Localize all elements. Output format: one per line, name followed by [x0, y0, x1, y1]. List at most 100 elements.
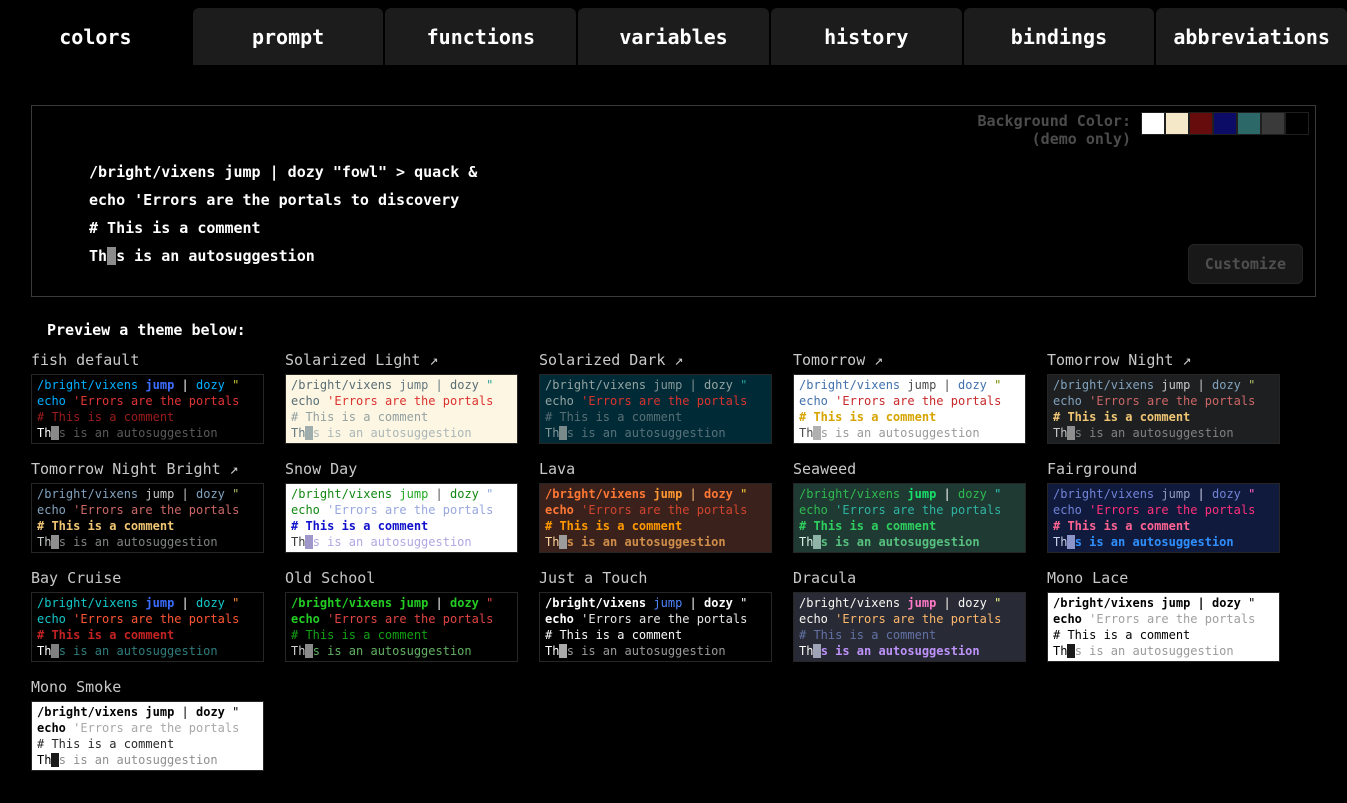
theme-title-fairground[interactable]: Fairground: [1047, 460, 1280, 478]
token-pipe: |: [182, 596, 189, 610]
token-comment: # This is a comment: [799, 519, 936, 533]
terminal-line: echo 'Errors are the portals: [37, 502, 258, 518]
token-comment: # This is a comment: [545, 628, 682, 642]
terminal-line: # This is a comment: [1053, 518, 1274, 534]
theme-preview-mono-lace[interactable]: /bright/vixens jump | dozy "echo 'Errors…: [1047, 592, 1280, 662]
theme-title-link-solarized-dark[interactable]: Solarized Dark ↗: [539, 351, 772, 369]
theme-preview-just-a-touch[interactable]: /bright/vixens jump | dozy "echo 'Errors…: [539, 592, 772, 662]
theme-preview-old-school[interactable]: /bright/vixens jump | dozy "echo 'Errors…: [285, 592, 518, 662]
token-command: dozy: [196, 596, 225, 610]
terminal-line: /bright/vixens jump | dozy "fowl" > quac…: [89, 158, 477, 186]
theme-title-mono-smoke[interactable]: Mono Smoke: [31, 678, 264, 696]
theme-card-seaweed: Seaweed/bright/vixens jump | dozy "echo …: [793, 460, 1026, 553]
theme-title-snow-day[interactable]: Snow Day: [285, 460, 518, 478]
terminal-line: This is an autosuggestion: [37, 752, 258, 768]
token-param: jump: [653, 596, 682, 610]
token-quote: ": [232, 596, 239, 610]
background-swatch-4[interactable]: [1237, 112, 1261, 135]
token-param: jump: [1161, 596, 1190, 610]
theme-title-lava[interactable]: Lava: [539, 460, 772, 478]
token-plain: [951, 596, 958, 610]
customize-button[interactable]: Customize: [1188, 244, 1303, 284]
token-command: dozy: [450, 596, 479, 610]
token-quote: ": [994, 378, 1001, 392]
theme-preview-mono-smoke[interactable]: /bright/vixens jump | dozy "echo 'Errors…: [31, 701, 264, 771]
background-swatch-5[interactable]: [1261, 112, 1285, 135]
token-pipe: |: [1198, 487, 1205, 501]
token-command: echo: [37, 394, 66, 408]
theme-preview-lava[interactable]: /bright/vixens jump | dozy "echo 'Errors…: [539, 483, 772, 553]
token-error: 'Errors are the portals: [1089, 612, 1255, 626]
theme-grid: fish default/bright/vixens jump | dozy "…: [31, 351, 1316, 771]
token-normal: Th: [291, 644, 305, 658]
token-command: /bright/vixens: [545, 487, 646, 501]
theme-title-fish-default[interactable]: fish default: [31, 351, 264, 369]
tab-abbreviations[interactable]: abbreviations: [1156, 8, 1347, 65]
theme-preview-tomorrow-night-bright[interactable]: /bright/vixens jump | dozy "echo 'Errors…: [31, 483, 264, 553]
tab-prompt[interactable]: prompt: [193, 8, 384, 65]
terminal-line: /bright/vixens jump | dozy ": [37, 595, 258, 611]
token-comment: # This is a comment: [291, 410, 428, 424]
background-swatch-2[interactable]: [1189, 112, 1213, 135]
theme-preview-tomorrow-night[interactable]: /bright/vixens jump | dozy "echo 'Errors…: [1047, 374, 1280, 444]
token-error: 'Errors are the portals: [327, 612, 493, 626]
token-normal: /bright/vixens jump | dozy "fowl" > quac…: [89, 163, 477, 181]
theme-preview-tomorrow[interactable]: /bright/vixens jump | dozy "echo 'Errors…: [793, 374, 1026, 444]
cursor-block: i: [107, 247, 116, 265]
theme-preview-bay-cruise[interactable]: /bright/vixens jump | dozy "echo 'Errors…: [31, 592, 264, 662]
theme-preview-seaweed[interactable]: /bright/vixens jump | dozy "echo 'Errors…: [793, 483, 1026, 553]
theme-title-bay-cruise[interactable]: Bay Cruise: [31, 569, 264, 587]
background-swatch-1[interactable]: [1165, 112, 1189, 135]
token-param: jump: [1161, 378, 1190, 392]
cursor-block: i: [305, 644, 312, 658]
background-color-labels: Background Color: (demo only): [977, 112, 1131, 148]
token-command: echo: [545, 394, 574, 408]
tab-variables[interactable]: variables: [578, 8, 769, 65]
tab-colors[interactable]: colors: [0, 8, 191, 65]
terminal-line: This is an autosuggestion: [545, 643, 766, 659]
token-pipe: |: [944, 596, 951, 610]
terminal-line: # This is a comment: [799, 518, 1020, 534]
theme-preview-fairground[interactable]: /bright/vixens jump | dozy "echo 'Errors…: [1047, 483, 1280, 553]
theme-preview-solarized-light[interactable]: /bright/vixens jump | dozy "echo 'Errors…: [285, 374, 518, 444]
theme-title-link-tomorrow-night[interactable]: Tomorrow Night ↗: [1047, 351, 1280, 369]
token-plain: [189, 705, 196, 719]
token-normal: s is an autosuggestion: [116, 247, 315, 265]
token-error: 'Errors are the portals: [1089, 503, 1255, 517]
token-plain: [443, 487, 450, 501]
theme-title-old-school[interactable]: Old School: [285, 569, 518, 587]
theme-title-link-solarized-light[interactable]: Solarized Light ↗: [285, 351, 518, 369]
theme-preview-fish-default[interactable]: /bright/vixens jump | dozy "echo 'Errors…: [31, 374, 264, 444]
theme-title-dracula[interactable]: Dracula: [793, 569, 1026, 587]
background-swatch-0[interactable]: [1141, 112, 1165, 135]
token-command: /bright/vixens: [545, 378, 646, 392]
terminal-line: echo 'Errors are the portals: [291, 502, 512, 518]
terminal-line: # This is a comment: [545, 518, 766, 534]
theme-card-fish-default: fish default/bright/vixens jump | dozy "…: [31, 351, 264, 444]
terminal-line: /bright/vixens jump | dozy ": [291, 595, 512, 611]
token-pipe: |: [182, 487, 189, 501]
theme-title-just-a-touch[interactable]: Just a Touch: [539, 569, 772, 587]
theme-title-link-tomorrow-night-bright[interactable]: Tomorrow Night Bright ↗: [31, 460, 264, 478]
token-quote: ": [486, 487, 493, 501]
token-error: 'Errors are the portals: [73, 394, 239, 408]
token-plain: [951, 378, 958, 392]
token-command: echo: [37, 612, 66, 626]
background-swatch-3[interactable]: [1213, 112, 1237, 135]
tab-history[interactable]: history: [771, 8, 962, 65]
terminal-line: This is an autosuggestion: [37, 534, 258, 550]
token-pipe: |: [690, 378, 697, 392]
tab-functions[interactable]: functions: [385, 8, 576, 65]
terminal-line: /bright/vixens jump | dozy ": [1053, 486, 1274, 502]
token-autosuggestion: s is an autosuggestion: [821, 644, 980, 658]
tab-bindings[interactable]: bindings: [964, 8, 1155, 65]
theme-preview-dracula[interactable]: /bright/vixens jump | dozy "echo 'Errors…: [793, 592, 1026, 662]
theme-title-seaweed[interactable]: Seaweed: [793, 460, 1026, 478]
theme-preview-solarized-dark[interactable]: /bright/vixens jump | dozy "echo 'Errors…: [539, 374, 772, 444]
theme-preview-snow-day[interactable]: /bright/vixens jump | dozy "echo 'Errors…: [285, 483, 518, 553]
terminal-line: This is an autosuggestion: [37, 643, 258, 659]
token-param: jump: [145, 705, 174, 719]
theme-title-mono-lace[interactable]: Mono Lace: [1047, 569, 1280, 587]
theme-title-link-tomorrow[interactable]: Tomorrow ↗: [793, 351, 1026, 369]
background-swatch-6[interactable]: [1285, 112, 1309, 135]
